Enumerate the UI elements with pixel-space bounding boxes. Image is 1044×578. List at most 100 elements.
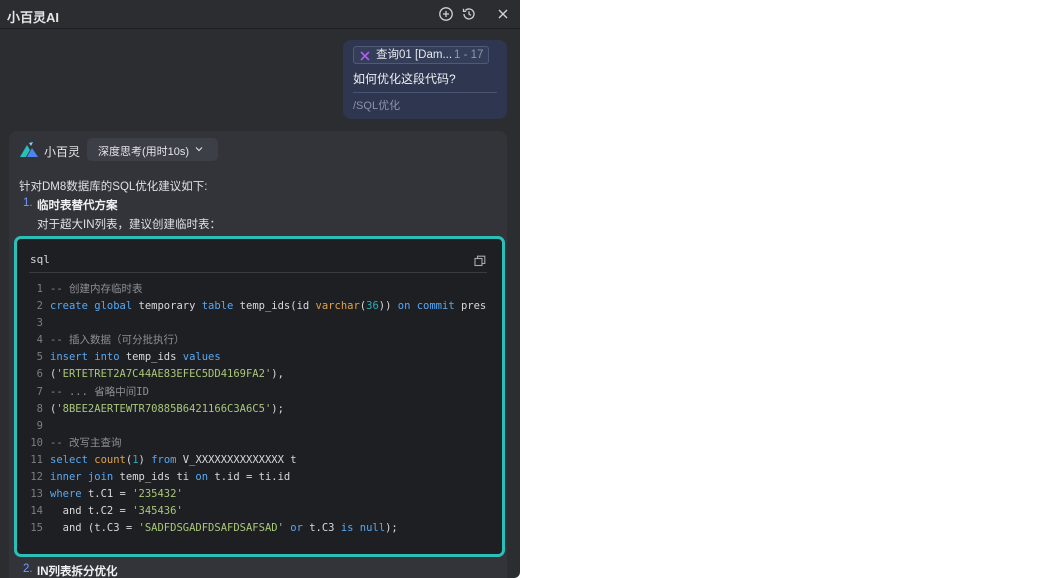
line-number: 3 [36,317,43,330]
line-content: create global temporary table temp_ids(i… [50,298,487,315]
ai-assistant-panel: 小百灵AI 查询01 [Dam... 1 - 17 如何优化这段代码? /SQL… [0,0,520,578]
line-content: ('8BEE2AERTEWTR70885B6421166C3A6C5'); [50,401,284,418]
line-number: 11 [30,453,43,466]
list-item-number: 2. [23,563,33,575]
code-line: 1 -- 创建内存临时表 [17,281,487,298]
code-token: 36 [366,300,379,313]
code-token: on commit [397,300,461,313]
code-line: 2 create global temporary table temp_ids(… [17,298,487,315]
line-content: -- 改写主查询 [50,435,121,452]
code-token: ); [271,402,284,415]
line-number: 6 [36,368,43,381]
code-token: 'ERTETRET2A7C44AE83EFEC5DD4169FA2' [56,368,272,381]
line-content: inner join temp_ids ti on t.id = ti.id [50,469,290,486]
line-number: 7 [36,385,43,398]
code-line: 5 insert into temp_ids values [17,349,487,366]
code-token: ) [138,453,152,466]
user-command: /SQL优化 [353,100,401,112]
list-item-title: IN列表拆分优化 [37,566,118,578]
code-line: 14 and t.C2 = '345436' [17,503,487,520]
code-token: temp_ids [125,351,183,364]
line-number: 12 [30,471,43,484]
line-number: 5 [36,351,43,364]
code-line: 7 -- ... 省略中间ID [17,384,487,401]
code-token: is null [340,522,386,535]
line-number: 9 [36,419,43,432]
code-line: 15 and (t.C3 = 'SADFDSGADFDSAFDSAFSAD' o… [17,520,487,537]
code-token: and t.C2 = [50,505,133,518]
code-token: temp_ids(id [239,300,316,313]
code-token: -- ... 省略中间ID [50,385,149,398]
code-line: 10 -- 改写主查询 [17,435,487,452]
code-token: on [195,471,215,484]
code-line: 13 where t.C1 = '235432' [17,486,487,503]
list-item-title: 临时表替代方案 [37,200,118,212]
line-content: ('ERTETRET2A7C44AE83EFEC5DD4169FA2'), [50,366,284,383]
code-token: V_XXXXXXXXXXXXXX t [182,453,297,466]
line-number: 1 [36,283,43,295]
line-content: and t.C2 = '345436' [50,503,183,520]
new-chat-icon[interactable] [438,6,454,22]
app-title: 小百灵AI [7,10,60,25]
context-chip[interactable]: 查询01 [Dam... 1 - 17 [353,46,489,64]
code-line: 9 [17,418,487,435]
code-token: ); [385,522,398,535]
code-token: values [182,351,221,364]
assistant-name: 小百灵 [44,145,81,159]
code-token: preserve [460,300,487,313]
code-token: ), [271,368,284,381]
code-token: -- 创建内存临时表 [50,283,143,295]
chevron-down-icon [194,144,204,154]
answer-intro: 针对DM8数据库的SQL优化建议如下: [19,181,208,193]
code-line: 8 ('8BEE2AERTEWTR70885B6421166C3A6C5'); [17,401,487,418]
line-content: insert into temp_ids values [50,349,221,366]
history-icon[interactable] [461,6,477,22]
divider [353,92,497,93]
line-number: 2 [36,300,43,313]
line-content: -- 创建内存临时表 [50,281,142,298]
code-lines[interactable]: 1 -- 创建内存临时表 2 create global temporary tabl… [17,281,487,537]
line-number: 13 [30,488,43,501]
code-line: 12 inner join temp_ids ti on t.id = ti.id [17,469,487,486]
title-bar: 小百灵AI [0,0,520,29]
code-token: where [50,488,88,501]
code-token: '235432' [132,488,183,501]
code-line: 3 [17,315,487,332]
code-token: inner join [50,471,120,484]
code-token: count [94,453,126,466]
code-token: varchar [315,300,360,313]
code-token: )) [378,300,398,313]
code-line: 6 ('ERTETRET2A7C44AE83EFEC5DD4169FA2'), [17,366,487,383]
code-token: insert into [50,351,126,364]
line-number: 8 [36,402,43,415]
code-token: and (t.C3 = [50,522,139,535]
line-content: select count(1) from V_XXXXXXXXXXXXXX t [50,452,297,469]
line-content: where t.C1 = '235432' [50,486,183,503]
close-icon[interactable] [495,6,511,22]
code-block: sql 1 -- 创建内存临时表 2 create global temporary … [14,236,505,557]
code-token: '8BEE2AERTEWTR70885B6421166C3A6C5' [56,402,272,415]
sql-file-icon [360,50,370,61]
code-token: table [201,300,240,313]
line-number: 4 [36,334,43,347]
list-item-description: 对于超大IN列表，建议创建临时表： [37,219,221,231]
code-token: '345436' [132,505,183,518]
line-content: -- 插入数据（可分批执行） [50,332,184,349]
line-number: 14 [30,505,43,518]
code-token: create global [50,300,139,313]
line-number: 15 [30,522,43,535]
ai-logo-icon [19,141,39,159]
code-token: t.id = ti.id [214,471,291,484]
code-token: -- 改写主查询 [50,436,122,449]
deep-think-toggle[interactable]: 深度思考(用时10s) [87,138,218,161]
user-message-bubble: 查询01 [Dam... 1 - 17 如何优化这段代码? /SQL优化 [343,40,507,119]
code-token: 'SADFDSGADFDSAFDSAFSAD' [138,522,284,535]
code-token: -- 插入数据（可分批执行） [50,334,185,347]
code-line: 11 select count(1) from V_XXXXXXXXXXXXXX … [17,452,487,469]
list-item-number: 1. [23,197,33,209]
copy-icon[interactable] [474,254,486,267]
line-number: 10 [30,436,43,449]
code-header-divider [29,272,487,273]
user-question: 如何优化这段代码? [353,72,456,86]
code-token: t.C1 = [87,488,133,501]
